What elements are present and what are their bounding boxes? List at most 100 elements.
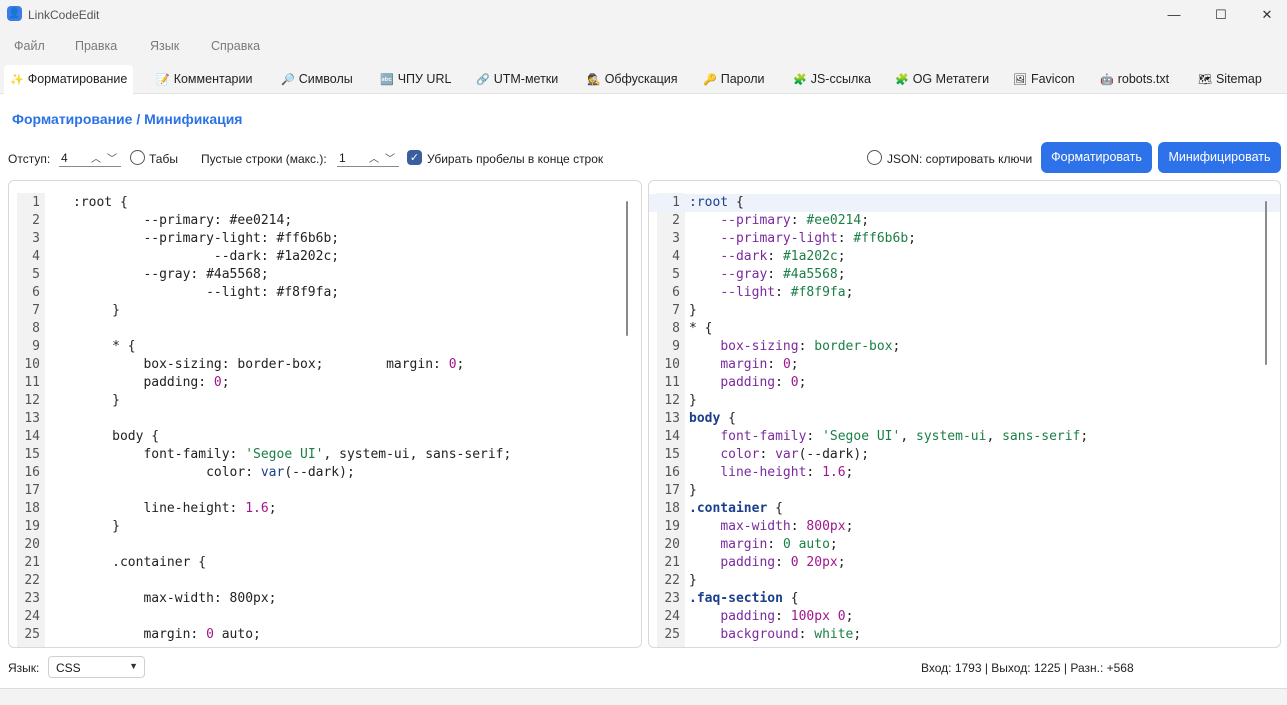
tab-formatting[interactable]: ✨ Форматирование [4, 65, 134, 94]
line-number: 16 [24, 465, 40, 480]
tab-obfuscation[interactable]: 🕵 Обфускация [581, 65, 684, 94]
spin-up-icon[interactable]: ︿ [91, 150, 101, 165]
line-number: 14 [24, 429, 40, 444]
empty-lines-spinner[interactable]: 1 ︿ ﹀ [337, 149, 399, 167]
minimize-button[interactable]: — [1151, 0, 1197, 29]
code-token: var [775, 447, 799, 462]
format-button[interactable]: Форматировать [1041, 142, 1152, 173]
code-token: } [112, 303, 120, 318]
line-number: 10 [664, 357, 680, 372]
code-text: --gray: #4a5568; [689, 266, 845, 284]
json-sort-checkbox[interactable] [867, 150, 882, 165]
code-text: } [689, 302, 697, 320]
code-token: --dark: #1a202c; [213, 249, 340, 264]
line-number: 4 [32, 249, 40, 264]
language-select[interactable]: CSS ▼ [48, 656, 145, 678]
code-text: body { [689, 410, 736, 428]
tabs-checkbox[interactable] [130, 150, 145, 165]
tab-comments[interactable]: 📝 Комментарии [150, 65, 258, 94]
line-number: 10 [24, 357, 40, 372]
code-token: : [790, 519, 807, 534]
line-number: 19 [24, 519, 40, 534]
code-token: padding [720, 375, 776, 390]
tab-symbols[interactable]: 🔎 Символы [275, 65, 359, 94]
vertical-scrollbar[interactable] [626, 201, 628, 336]
menu-help[interactable]: Справка [211, 39, 260, 53]
tab-passwords[interactable]: 🔑 Пароли [697, 65, 771, 94]
code-token: : [775, 555, 791, 570]
code-token: ; [845, 465, 854, 480]
line-number: 8 [672, 321, 680, 336]
code-text: } [73, 518, 120, 536]
code-text: --light: #f8f9fa; [689, 284, 853, 302]
tab-sitemap[interactable]: 🗺 Sitemap [1192, 65, 1268, 94]
code-token: ; [908, 231, 916, 246]
line-number: 25 [664, 627, 680, 642]
code-line: 23 max-width: 800px; [9, 590, 641, 608]
menu-file[interactable]: Файл [14, 39, 45, 53]
code-token: padding [720, 609, 776, 624]
code-text: } [689, 572, 697, 590]
trim-trailing-label: Убирать пробелы в конце строк [427, 152, 604, 166]
tab-slug-url[interactable]: 🔤 ЧПУ URL [374, 65, 457, 94]
code-token: --gray [720, 267, 768, 282]
language-value: CSS [56, 661, 81, 675]
code-text: padding: 0; [73, 374, 229, 392]
trim-trailing-checkbox[interactable]: ✓ [407, 150, 422, 165]
minify-button[interactable]: Минифицировать [1158, 142, 1281, 173]
code-token: line-height [720, 465, 807, 480]
spin-down-icon[interactable]: ﹀ [107, 150, 117, 165]
code-text: * { [73, 338, 135, 356]
tab-favicon[interactable]: 🖼 Favicon [1007, 65, 1081, 94]
tab-og-meta[interactable]: 🧩 OG Метатеги [889, 65, 995, 94]
close-button[interactable]: ✕ [1244, 0, 1287, 29]
input-editor[interactable]: 1:root {2 --primary: #ee0214; 3 --primary… [8, 180, 642, 648]
tab-robots[interactable]: 🤖 robots.txt [1094, 65, 1175, 94]
code-text: } [73, 392, 120, 410]
indent-value: 4 [61, 151, 68, 165]
line-number: 1 [672, 195, 680, 210]
indent-spinner[interactable]: 4 ︿ ﹀ [59, 149, 121, 167]
code-token: :root { [73, 195, 128, 210]
tab-js-link[interactable]: 🧩 JS-ссылка [787, 65, 877, 94]
code-token: } [112, 519, 120, 534]
menu-bar: Файл Правка Язык Справка [0, 31, 1287, 61]
code-token: : [767, 357, 783, 372]
code-token: font-family [720, 429, 807, 444]
code-token: padding: [143, 375, 214, 390]
code-token: { [728, 195, 744, 210]
sparkles-icon: ✨ [10, 74, 24, 86]
menu-edit[interactable]: Правка [75, 39, 117, 53]
vertical-scrollbar[interactable] [1265, 201, 1267, 365]
spin-up-icon[interactable]: ︿ [369, 150, 379, 165]
spin-down-icon[interactable]: ﹀ [385, 150, 395, 165]
code-line: 19 } [9, 518, 641, 536]
code-text: color: var(--dark); [73, 464, 355, 482]
line-number: 8 [32, 321, 40, 336]
code-text: --dark: #1a202c; [689, 248, 845, 266]
empty-lines-label: Пустые строки (макс.): [201, 152, 327, 166]
maximize-button[interactable]: ☐ [1198, 0, 1244, 29]
menu-language[interactable]: Язык [150, 39, 179, 53]
line-number: 20 [24, 537, 40, 552]
code-token: ; [829, 537, 838, 552]
chevron-down-icon: ▼ [129, 661, 138, 671]
code-token: : [806, 465, 823, 480]
abc-icon: 🔤 [380, 74, 394, 86]
app-logo-icon: 👤 [7, 6, 22, 21]
code-text: max-width: 800px; [73, 590, 276, 608]
code-token: 0 [213, 375, 222, 390]
tab-utm[interactable]: 🔗 UTM-метки [470, 65, 564, 94]
code-token: { [720, 411, 736, 426]
code-token: .container { [112, 555, 207, 570]
code-token: 1.6 [245, 501, 269, 516]
line-number: 2 [672, 213, 680, 228]
status-bar: Язык: CSS ▼ Вход: 1793 | Выход: 1225 | Р… [0, 654, 1287, 682]
output-editor[interactable]: 1:root {2 --primary: #ee0214; 3 --primary… [648, 180, 1281, 648]
code-line: 9 box-sizing: border-box; [649, 338, 1280, 356]
json-sort-label: JSON: сортировать ключи [887, 152, 1033, 166]
code-token: --primary [720, 213, 791, 228]
code-line: 24 [9, 608, 641, 626]
code-line: 7 } [9, 302, 641, 320]
tab-label: Комментарии [173, 72, 253, 86]
